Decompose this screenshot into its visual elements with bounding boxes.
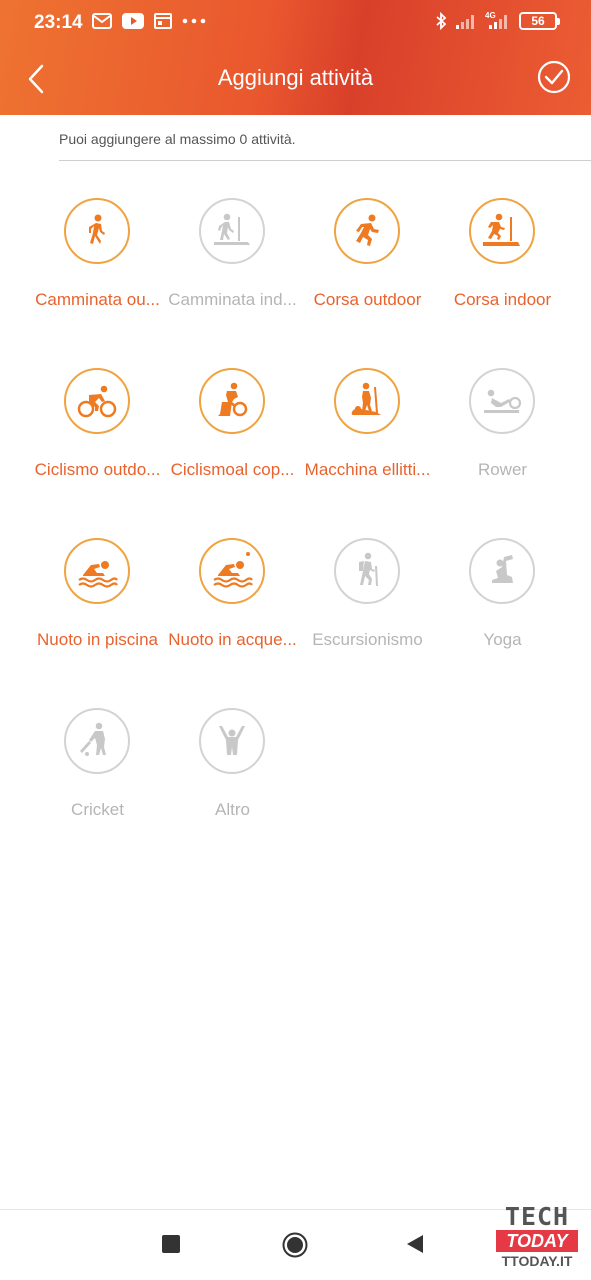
activity-tile-ciclismo-al-coperto[interactable]: Ciclismoal cop... (165, 368, 300, 498)
battery-level: 56 (531, 14, 545, 28)
activity-label: Ciclismoal cop... (170, 460, 295, 479)
confirm-button[interactable] (537, 60, 571, 94)
activity-tile-corsa-indoor[interactable]: Corsa indoor (435, 198, 570, 328)
indoor-cycling-icon (199, 368, 265, 434)
rower-icon (469, 368, 535, 434)
activity-label: Yoga (483, 630, 522, 649)
cricket-icon (64, 708, 130, 774)
activity-label: Ciclismo outdo... (34, 460, 161, 479)
walking-icon (64, 198, 130, 264)
watermark-line1: TECH (504, 1202, 570, 1231)
activity-label: Altro (215, 800, 250, 819)
battery-icon: 56 (519, 12, 560, 30)
activity-tile-corsa-outdoor[interactable]: Corsa outdoor (300, 198, 435, 328)
more-dots-icon (182, 18, 206, 24)
activity-label: Cricket (71, 800, 124, 819)
activity-label: Escursionismo (312, 630, 423, 649)
activity-label: Nuoto in piscina (37, 630, 158, 649)
activity-tile-cricket[interactable]: Cricket (30, 708, 165, 838)
info-line: Puoi aggiungere al massimo 0 attività. (59, 128, 591, 161)
gmail-icon (92, 13, 112, 29)
cycling-icon (64, 368, 130, 434)
app-bar: Aggiungi attività (0, 46, 591, 112)
activity-label: Nuoto in acque... (168, 630, 297, 649)
activity-label: Corsa outdoor (313, 290, 422, 309)
activity-tile-rower[interactable]: Rower (435, 368, 570, 498)
calendar-icon (154, 13, 172, 29)
header: 23:14 4G 56 Aggiungi attività (0, 0, 591, 115)
activity-tile-nuoto-in-acque-libere[interactable]: Nuoto in acque... (165, 538, 300, 668)
network-label: 4G (485, 11, 496, 20)
activity-tile-nuoto-in-piscina[interactable]: Nuoto in piscina (30, 538, 165, 668)
home-icon[interactable] (282, 1232, 308, 1258)
hiking-icon (334, 538, 400, 604)
activity-label: Corsa indoor (453, 290, 552, 309)
treadmill-run-icon (469, 198, 535, 264)
activity-label: Camminata ind... (168, 290, 297, 309)
activity-label: Rower (477, 460, 528, 479)
activity-tile-altro[interactable]: Altro (165, 708, 300, 838)
activity-tile-camminata-indoor[interactable]: Camminata ind... (165, 198, 300, 328)
treadmill-walk-icon (199, 198, 265, 264)
info-text: Puoi aggiungere al massimo 0 attività. (59, 131, 296, 147)
activity-tile-macchina-ellittica[interactable]: Macchina ellitti... (300, 368, 435, 498)
status-time: 23:14 (34, 12, 83, 33)
activity-label: Macchina ellitti... (304, 460, 431, 479)
signal-4g-icon: 4G (485, 11, 511, 29)
watermark-logo: TECH TODAY TTODAY.IT (494, 1204, 580, 1274)
status-bar: 23:14 4G 56 (0, 0, 591, 46)
other-activity-icon (199, 708, 265, 774)
watermark-line3: TTODAY.IT (501, 1253, 573, 1269)
back-triangle-icon[interactable] (406, 1234, 424, 1254)
open-water-swim-icon (199, 538, 265, 604)
status-left-icons (92, 13, 206, 29)
signal-icon (455, 13, 477, 29)
activity-tile-camminata-outdoor[interactable]: Camminata ou... (30, 198, 165, 328)
recent-apps-icon[interactable] (162, 1235, 180, 1253)
status-right-icons: 4G 56 (435, 11, 560, 30)
activity-tile-yoga[interactable]: Yoga (435, 538, 570, 668)
elliptical-icon (334, 368, 400, 434)
bluetooth-icon (435, 12, 447, 30)
youtube-icon (122, 13, 144, 29)
yoga-icon (469, 538, 535, 604)
activity-tile-escursionismo[interactable]: Escursionismo (300, 538, 435, 668)
watermark-line2: TODAY (496, 1230, 578, 1252)
activity-label: Camminata ou... (35, 290, 160, 309)
activity-tile-ciclismo-outdoor[interactable]: Ciclismo outdo... (30, 368, 165, 498)
check-circle-icon (537, 60, 571, 94)
page-title: Aggiungi attività (217, 65, 374, 90)
pool-swim-icon (64, 538, 130, 604)
running-icon (334, 198, 400, 264)
